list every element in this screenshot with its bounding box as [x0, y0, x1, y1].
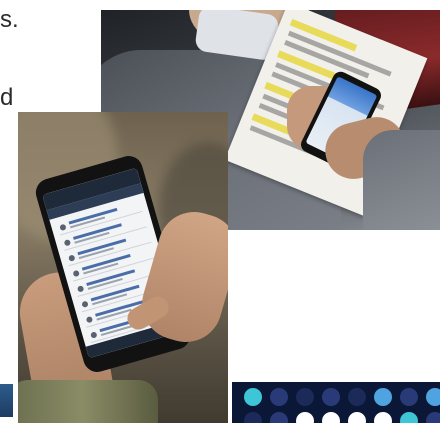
dot-pattern-banner — [232, 382, 440, 423]
pattern-dot — [426, 388, 440, 406]
pattern-dot — [374, 412, 392, 423]
pattern-dot — [296, 412, 314, 423]
pattern-dot — [400, 388, 418, 406]
pattern-dot — [322, 412, 340, 423]
camouflage-sleeve — [18, 380, 158, 423]
text-fragment-top: s. — [0, 6, 19, 33]
pattern-dot — [348, 412, 366, 423]
pattern-dot — [322, 388, 340, 406]
pattern-dot — [400, 412, 418, 423]
jacket-sleeve — [363, 130, 440, 230]
pattern-dot — [426, 412, 440, 423]
pattern-dot — [348, 388, 366, 406]
pattern-dot — [244, 388, 262, 406]
text-fragment-middle: d — [0, 84, 14, 111]
pattern-dot — [270, 388, 288, 406]
pattern-dot — [244, 412, 262, 423]
pattern-dot — [374, 388, 392, 406]
photo-hands-holding-phone — [18, 112, 228, 423]
pattern-dot — [270, 412, 288, 423]
blue-image-edge — [0, 384, 13, 417]
pattern-dot — [296, 388, 314, 406]
